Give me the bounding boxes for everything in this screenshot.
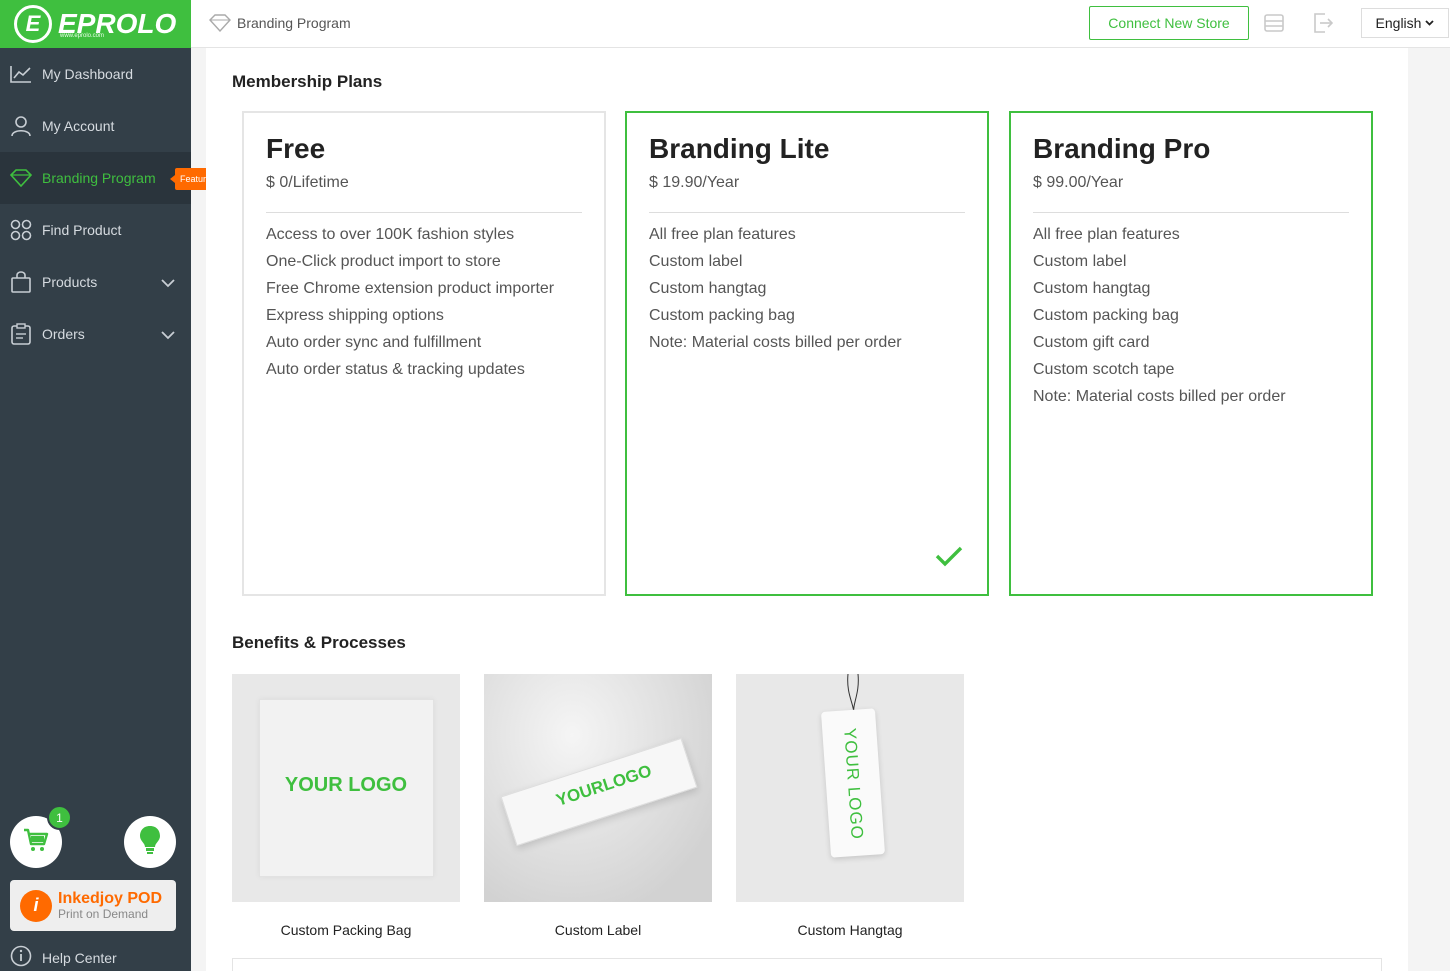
shopping-cart-icon	[23, 828, 49, 857]
sidebar-item-products[interactable]: Products	[0, 256, 191, 308]
clothing-label-image: YOURLOGO	[484, 674, 712, 902]
plan-name: Free	[266, 133, 326, 164]
plan-card-free[interactable]: Free $ 0/Lifetime Access to over 100K fa…	[242, 111, 606, 596]
breadcrumb: Branding Program	[209, 14, 351, 32]
sidebar-item-account[interactable]: My Account	[0, 100, 191, 152]
breadcrumb-label: Branding Program	[237, 15, 351, 31]
language-select[interactable]: English	[1361, 8, 1449, 38]
chart-line-icon	[10, 63, 32, 85]
feature-item: Note: Material costs billed per order	[1033, 388, 1286, 405]
sidebar-item-orders[interactable]: Orders	[0, 308, 191, 360]
eprolo-logo-mark-icon: E	[14, 5, 52, 43]
chevron-down-icon	[1425, 20, 1435, 26]
feature-item: Custom label	[1033, 253, 1127, 270]
benefit-label[interactable]: YOURLOGO Custom Label	[484, 674, 712, 938]
feature-item: Express shipping options	[266, 307, 444, 324]
inkedjoy-title: Inkedjoy POD	[58, 890, 163, 907]
chevron-down-icon[interactable]	[161, 327, 175, 343]
logout-icon[interactable]	[1313, 13, 1334, 38]
sidebar: E EPROLO www.eprolo.com My Dashboard My …	[0, 0, 191, 971]
diamond-icon	[10, 167, 32, 189]
info-icon	[10, 945, 32, 970]
feature-item: Note: Material costs billed per order	[649, 334, 902, 351]
lightbulb-icon	[138, 825, 162, 860]
divider	[1033, 212, 1349, 213]
help-center-link[interactable]: Help Center	[10, 945, 117, 970]
feature-item: All free plan features	[1033, 226, 1180, 243]
inkedjoy-pod-banner[interactable]: i Inkedjoy POD Print on Demand	[10, 880, 176, 931]
plan-card-branding-pro[interactable]: Branding Pro $ 99.00/Year All free plan …	[1009, 111, 1373, 596]
sidebar-item-label: Products	[42, 274, 98, 290]
sidebar-item-branding-program[interactable]: Branding Program	[0, 152, 191, 204]
feature-item: Custom packing bag	[649, 307, 795, 324]
top-header: Branding Program Connect New Store Engli…	[191, 0, 1450, 48]
sidebar-item-label: My Dashboard	[42, 66, 134, 82]
tips-button[interactable]	[124, 816, 176, 868]
plan-name: Branding Pro	[1033, 133, 1211, 164]
scrollbar[interactable]	[1408, 48, 1450, 971]
packing-bag-image: YOUR LOGO	[232, 674, 460, 902]
plan-features: Access to over 100K fashion styles One-C…	[266, 221, 554, 383]
diamond-icon	[209, 14, 231, 32]
benefit-hangtag[interactable]: YOUR LOGO Custom Hangtag	[736, 674, 964, 938]
feature-item: All free plan features	[649, 226, 796, 243]
language-value: English	[1375, 15, 1422, 31]
checkmark-icon	[935, 545, 963, 572]
feature-item: Free Chrome extension product importer	[266, 280, 555, 297]
plan-price: $ 0/Lifetime	[266, 174, 349, 191]
sidebar-item-dashboard[interactable]: My Dashboard	[0, 48, 191, 100]
next-section-box	[232, 958, 1382, 971]
benefit-caption: Custom Hangtag	[797, 922, 903, 938]
sidebar-item-label: Orders	[42, 326, 85, 342]
feature-item: Custom packing bag	[1033, 307, 1179, 324]
main-content: Membership Plans Free $ 0/Lifetime Acces…	[206, 48, 1408, 971]
plan-price: $ 99.00/Year	[1033, 174, 1124, 191]
feature-item: Access to over 100K fashion styles	[266, 226, 515, 243]
plan-card-branding-lite[interactable]: Branding Lite $ 19.90/Year All free plan…	[625, 111, 989, 596]
plan-name: Branding Lite	[649, 133, 830, 164]
store-icon[interactable]	[1264, 13, 1284, 38]
benefit-caption: Custom Packing Bag	[280, 922, 412, 938]
sidebar-item-find-product[interactable]: Find Product	[0, 204, 191, 256]
feature-item: One-Click product import to store	[266, 253, 501, 270]
membership-plans-title: Membership Plans	[232, 72, 383, 91]
hangtag-image: YOUR LOGO	[736, 674, 964, 902]
sidebar-item-label: My Account	[42, 118, 115, 134]
grid-circles-icon	[10, 219, 32, 241]
logo-sub: www.eprolo.com	[60, 33, 105, 39]
cart-count-badge: 1	[47, 805, 72, 830]
benefit-packing-bag[interactable]: YOUR LOGO Custom Packing Bag	[232, 674, 460, 938]
clipboard-icon	[10, 323, 32, 345]
benefit-caption: Custom Label	[554, 922, 642, 938]
sidebar-item-label: Branding Program	[42, 170, 156, 186]
divider	[649, 212, 965, 213]
packing-bag-logo-text: YOUR LOGO	[284, 774, 408, 796]
inkedjoy-subtitle: Print on Demand	[58, 907, 149, 921]
plan-features: All free plan features Custom label Cust…	[1033, 221, 1286, 410]
inkedjoy-logo-icon: i	[20, 889, 52, 922]
feature-item: Custom label	[649, 253, 743, 270]
feature-item: Custom scotch tape	[1033, 361, 1175, 378]
feature-item: Custom gift card	[1033, 334, 1150, 351]
chevron-down-icon[interactable]	[161, 275, 175, 291]
eprolo-logo[interactable]: E EPROLO www.eprolo.com	[0, 0, 191, 48]
feature-item: Custom hangtag	[1033, 280, 1151, 297]
connect-new-store-button[interactable]: Connect New Store	[1089, 6, 1249, 40]
divider	[266, 212, 582, 213]
user-icon	[10, 115, 32, 137]
shopping-bag-icon	[10, 271, 32, 293]
sidebar-item-label: Find Product	[42, 222, 122, 238]
help-center-label: Help Center	[42, 949, 117, 966]
feature-item: Auto order sync and fulfillment	[266, 334, 482, 351]
benefits-title: Benefits & Processes	[232, 633, 406, 652]
sidebar-nav: My Dashboard My Account Branding Program…	[0, 48, 191, 360]
feature-item: Auto order status & tracking updates	[266, 361, 525, 378]
plan-features: All free plan features Custom label Cust…	[649, 221, 902, 356]
plan-price: $ 19.90/Year	[649, 174, 740, 191]
feature-item: Custom hangtag	[649, 280, 767, 297]
